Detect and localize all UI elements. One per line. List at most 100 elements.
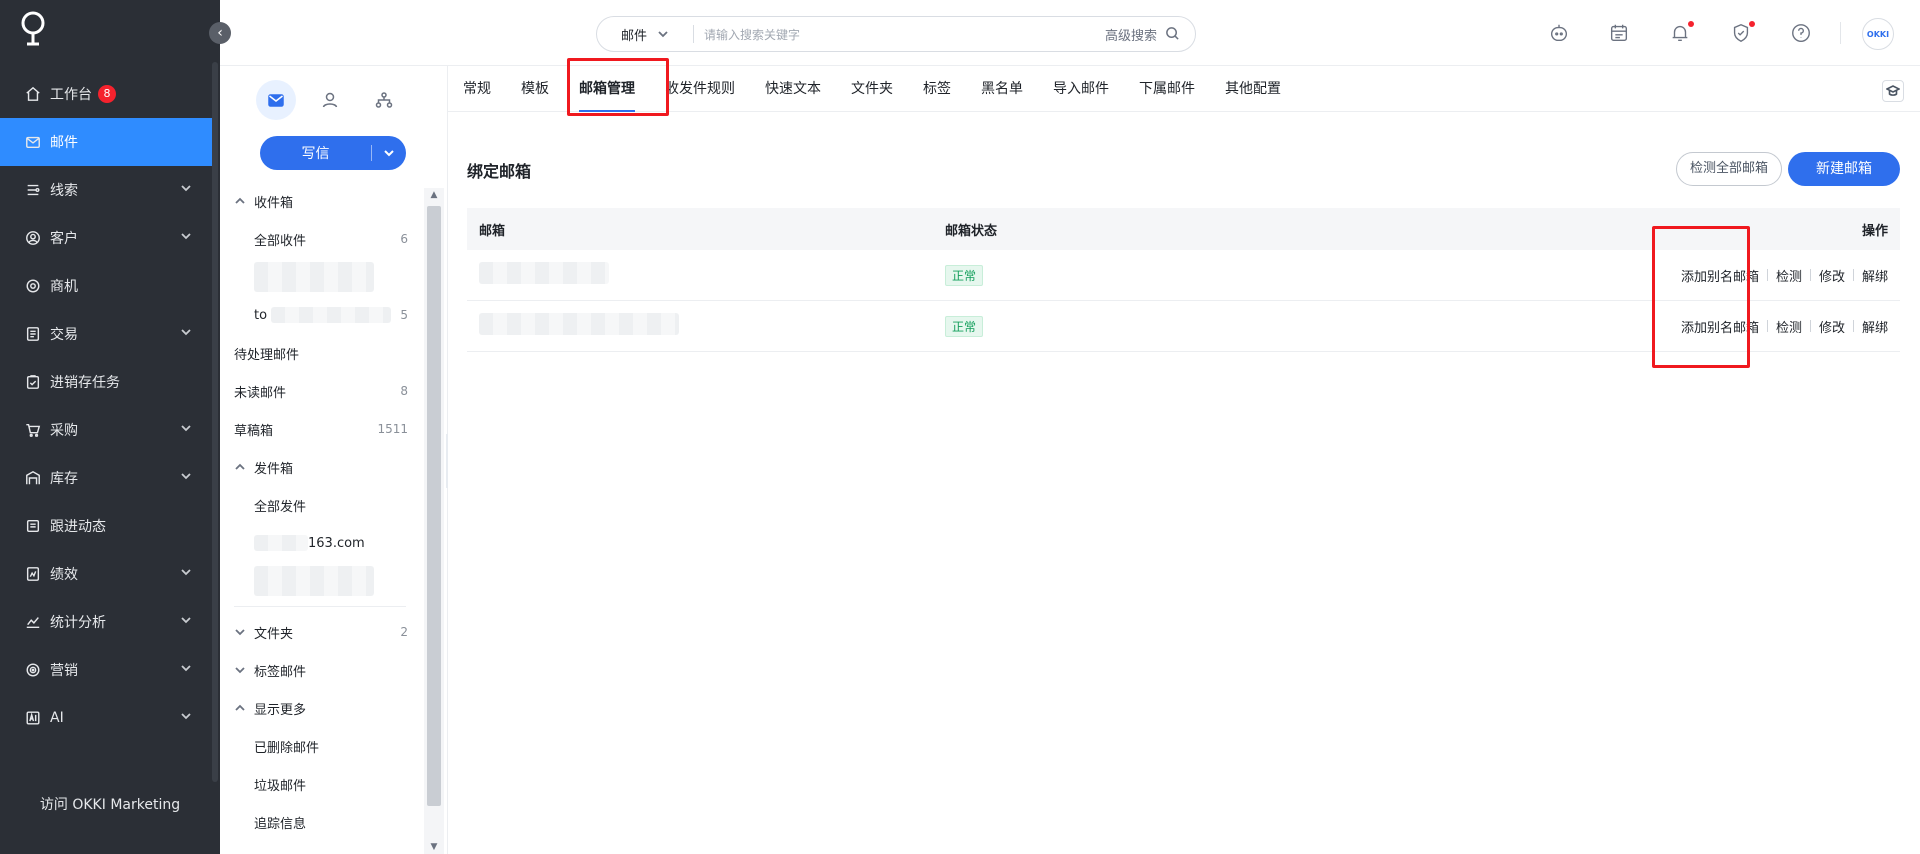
chevron-down-icon[interactable] — [180, 230, 194, 244]
search-input[interactable]: 请输入搜索关键字 — [694, 26, 1105, 43]
check-all-mailboxes-button[interactable]: 检测全部邮箱 — [1675, 152, 1782, 186]
edit-mailbox-link[interactable]: 修改 — [1819, 317, 1845, 336]
user-avatar[interactable]: OKKI — [1862, 18, 1894, 50]
folder-item[interactable]: 显示更多 — [220, 689, 420, 727]
sidebar-item-13[interactable]: AI — [0, 694, 212, 742]
write-mail-button[interactable]: 写信 — [260, 136, 406, 170]
tab-10[interactable]: 其他配置 — [1210, 66, 1296, 112]
edit-mailbox-link[interactable]: 修改 — [1819, 266, 1845, 285]
tab-6[interactable]: 标签 — [908, 66, 966, 112]
search-icon[interactable] — [1165, 26, 1181, 42]
sidebar-item-7[interactable]: 采购 — [0, 406, 212, 454]
sidebar-item-2[interactable]: 线索 — [0, 166, 212, 214]
chevron-down-icon[interactable] — [180, 662, 194, 676]
folder-item[interactable]: 收件箱 — [220, 182, 420, 220]
folder-item[interactable]: 未读邮件 8 — [220, 372, 420, 410]
chevron-down-icon[interactable] — [180, 470, 194, 484]
sidebar-item-9[interactable]: 跟进动态 — [0, 502, 212, 550]
folder-item[interactable] — [220, 562, 420, 600]
notification-bell-icon[interactable] — [1669, 21, 1694, 46]
folder-label: 全部发件 — [254, 499, 307, 515]
folder-item[interactable]: 待处理邮件 — [220, 334, 420, 372]
sidebar-item-4[interactable]: 商机 — [0, 262, 212, 310]
tab-8[interactable]: 导入邮件 — [1038, 66, 1124, 112]
org-mode-tab[interactable] — [364, 80, 404, 120]
folder-item[interactable]: 全部发件 — [220, 486, 420, 524]
notification-dot — [1688, 21, 1694, 27]
advanced-search-link[interactable]: 高级搜索 — [1105, 25, 1157, 44]
settings-tabs: 常规 模板 邮箱管理 收发件规则 快速文本 文件夹 标签 黑名单 导入邮件 下属邮件 其他配置 — [448, 66, 1920, 112]
chevron-down-icon[interactable] — [180, 614, 194, 628]
add-alias-mailbox-link[interactable]: 添加别名邮箱 — [1681, 317, 1759, 336]
unbind-mailbox-link[interactable]: 解绑 — [1862, 266, 1888, 285]
sidebar-collapse-button[interactable]: ‹ — [209, 22, 231, 44]
sidebar-item-1[interactable]: 邮件 — [0, 118, 212, 166]
global-search[interactable]: 邮件 请输入搜索关键字 高级搜索 — [596, 16, 1196, 52]
tutorial-button[interactable] — [1882, 80, 1904, 102]
tab-7[interactable]: 黑名单 — [966, 66, 1038, 112]
envelope-icon — [268, 94, 284, 107]
sidebar-item-6[interactable]: 进销存任务 — [0, 358, 212, 406]
main-sidebar: ‹ 工作台 8 邮件 线索 客户 商机 交易 进销存任务 采购 库存 跟进动态 绩效 统计分析 营销 AI … — [0, 0, 231, 854]
help-icon[interactable] — [1790, 22, 1814, 46]
chevron-down-icon[interactable] — [180, 326, 194, 340]
search-scope-select[interactable]: 邮件 — [597, 25, 693, 44]
chevron-down-icon[interactable] — [180, 566, 194, 580]
folder-item[interactable]: 发件箱 — [220, 448, 420, 486]
chevron-up-icon[interactable] — [234, 461, 246, 473]
sidebar-item-0[interactable]: 工作台 8 — [0, 70, 212, 118]
sidebar-scrollbar[interactable] — [212, 62, 218, 782]
sidebar-item-11[interactable]: 统计分析 — [0, 598, 212, 646]
folder-item[interactable]: to 5 — [220, 296, 420, 334]
write-mail-dropdown[interactable] — [372, 147, 406, 159]
home-icon — [24, 85, 42, 103]
scroll-up-icon[interactable]: ▲ — [428, 190, 440, 200]
assistant-icon[interactable] — [1548, 22, 1572, 46]
chevron-down-icon[interactable] — [180, 182, 194, 196]
tab-4[interactable]: 快速文本 — [750, 66, 836, 112]
sidebar-item-8[interactable]: 库存 — [0, 454, 212, 502]
check-mailbox-link[interactable]: 检测 — [1776, 266, 1802, 285]
tab-9[interactable]: 下属邮件 — [1124, 66, 1210, 112]
sidebar-item-3[interactable]: 客户 — [0, 214, 212, 262]
folder-item[interactable]: 163.com — [220, 524, 420, 562]
add-alias-mailbox-link[interactable]: 添加别名邮箱 — [1681, 266, 1759, 285]
folder-panel-scrollbar[interactable]: ▲ ▼ — [424, 188, 444, 854]
folder-item[interactable]: 垃圾邮件 — [220, 765, 420, 803]
scroll-down-icon[interactable]: ▼ — [428, 842, 440, 852]
tab-2[interactable]: 邮箱管理 — [564, 66, 650, 112]
folder-item[interactable]: 文件夹 2 — [220, 613, 420, 651]
folder-item[interactable]: 标签邮件 — [220, 651, 420, 689]
security-shield-icon[interactable] — [1730, 21, 1755, 46]
sidebar-item-12[interactable]: 营销 — [0, 646, 212, 694]
tab-0[interactable]: 常规 — [448, 66, 506, 112]
sidebar-item-label: 邮件 — [50, 135, 78, 151]
folder-item[interactable]: 追踪信息 — [220, 803, 420, 841]
folder-item[interactable]: 已删除邮件 — [220, 727, 420, 765]
folder-item[interactable]: 草稿箱 1511 — [220, 410, 420, 448]
chevron-up-icon[interactable] — [234, 702, 246, 714]
okki-marketing-link[interactable]: 访问 OKKI Marketing — [0, 794, 220, 814]
sidebar-item-label: 跟进动态 — [50, 519, 106, 535]
chevron-down-icon[interactable] — [234, 626, 246, 638]
check-mailbox-link[interactable]: 检测 — [1776, 317, 1802, 336]
scrollbar-thumb[interactable] — [427, 206, 441, 806]
sidebar-item-10[interactable]: 绩效 — [0, 550, 212, 598]
new-mailbox-button[interactable]: 新建邮箱 — [1788, 152, 1900, 186]
unbind-mailbox-link[interactable]: 解绑 — [1862, 317, 1888, 336]
calendar-icon[interactable] — [1608, 22, 1632, 46]
chevron-up-icon[interactable] — [234, 195, 246, 207]
app-logo[interactable] — [18, 10, 48, 48]
contacts-mode-tab[interactable] — [310, 80, 350, 120]
performance-icon — [24, 565, 42, 583]
mail-mode-tab[interactable] — [256, 80, 296, 120]
chevron-down-icon[interactable] — [234, 664, 246, 676]
tab-5[interactable]: 文件夹 — [836, 66, 908, 112]
folder-item[interactable]: 全部收件 6 — [220, 220, 420, 258]
chevron-down-icon[interactable] — [180, 710, 194, 724]
sidebar-item-5[interactable]: 交易 — [0, 310, 212, 358]
tab-1[interactable]: 模板 — [506, 66, 564, 112]
folder-item[interactable] — [220, 258, 420, 296]
chevron-down-icon[interactable] — [180, 422, 194, 436]
tab-3[interactable]: 收发件规则 — [650, 66, 750, 112]
